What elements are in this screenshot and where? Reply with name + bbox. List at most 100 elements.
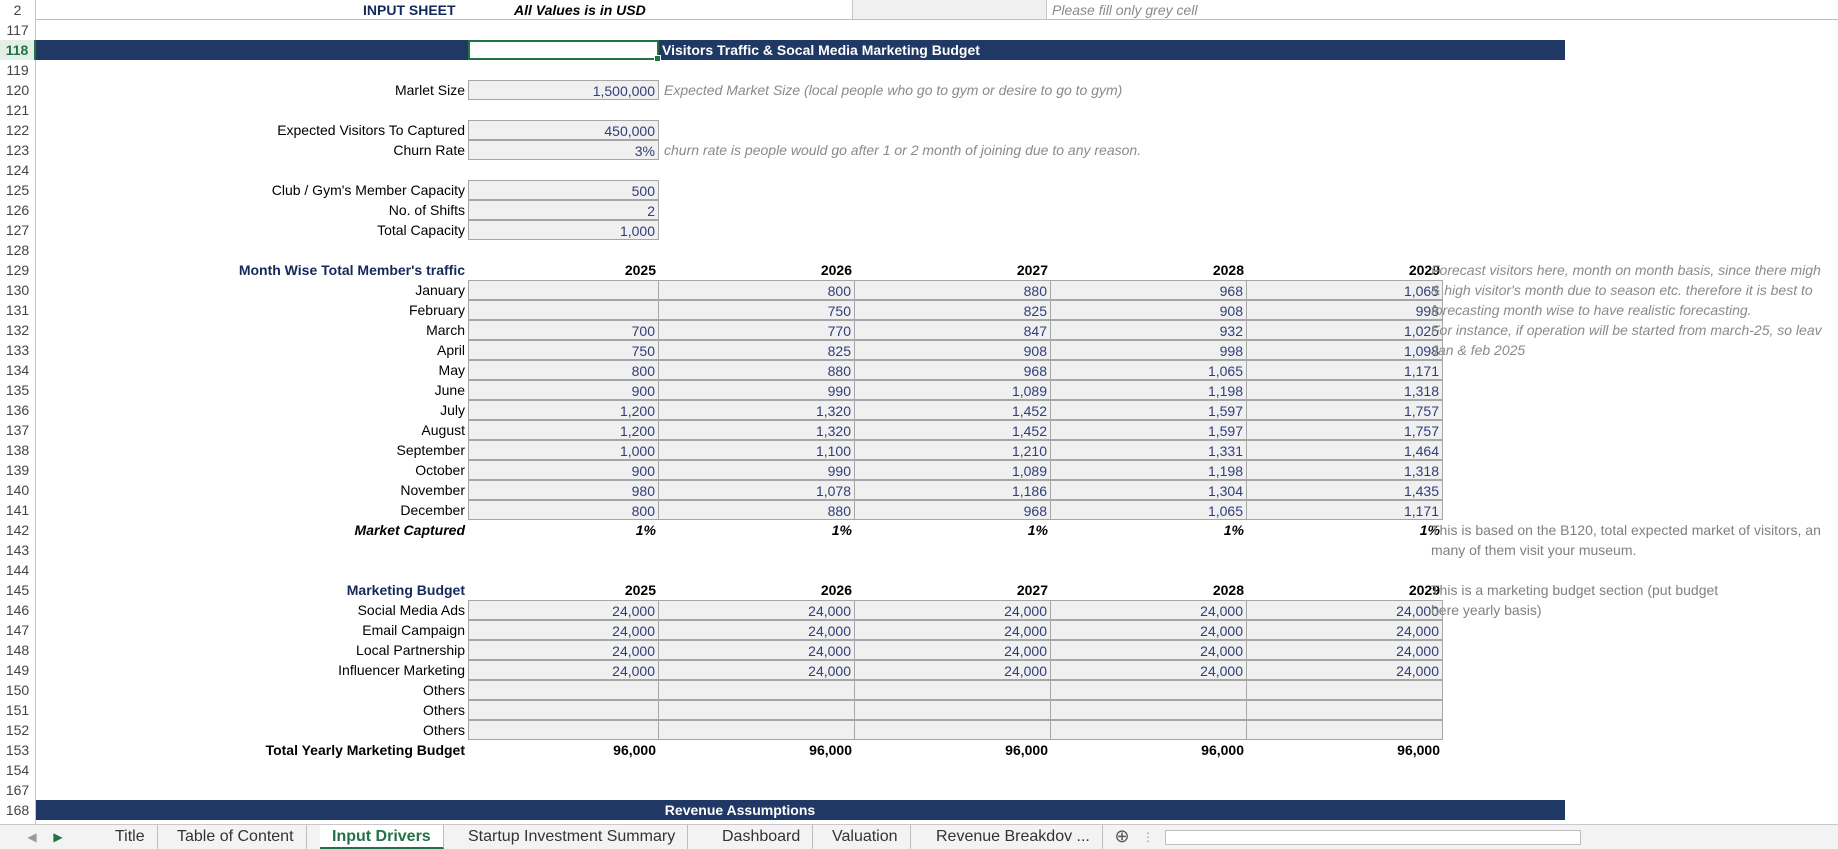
traffic-cell[interactable]: 1,597	[1051, 420, 1247, 440]
traffic-cell[interactable]: 1,198	[1051, 380, 1247, 400]
budget-cell[interactable]: 24,000	[468, 640, 659, 660]
traffic-cell[interactable]: 1,200	[468, 400, 659, 420]
traffic-cell[interactable]: 1,320	[659, 400, 855, 420]
row-header[interactable]: 130	[0, 280, 36, 300]
row-header[interactable]: 121	[0, 100, 36, 120]
traffic-cell[interactable]: 1,320	[659, 420, 855, 440]
horizontal-scrollbar[interactable]	[1165, 830, 1581, 845]
row-header[interactable]: 132	[0, 320, 36, 340]
budget-cell[interactable]: 24,000	[468, 600, 659, 620]
traffic-cell[interactable]: 1,089	[855, 380, 1051, 400]
traffic-cell[interactable]: 968	[855, 360, 1051, 380]
traffic-cell[interactable]: 847	[855, 320, 1051, 340]
sheet-tab[interactable]: Revenue Breakdov ...	[924, 825, 1103, 849]
budget-cell[interactable]	[468, 720, 659, 740]
row-header[interactable]: 127	[0, 220, 36, 240]
expected-visitors-input[interactable]: 450,000	[468, 120, 659, 140]
budget-cell[interactable]: 24,000	[659, 640, 855, 660]
budget-cell[interactable]	[1247, 680, 1443, 700]
row-header[interactable]: 167	[0, 780, 36, 800]
sample-grey-cell[interactable]	[852, 0, 1047, 19]
traffic-cell[interactable]: 770	[659, 320, 855, 340]
row-header[interactable]: 120	[0, 80, 36, 100]
traffic-cell[interactable]: 1,089	[855, 460, 1051, 480]
traffic-cell[interactable]: 880	[855, 280, 1051, 300]
traffic-cell[interactable]: 1,318	[1247, 460, 1443, 480]
traffic-cell[interactable]: 1,100	[659, 440, 855, 460]
row-header[interactable]: 122	[0, 120, 36, 140]
traffic-cell[interactable]: 1,331	[1051, 440, 1247, 460]
traffic-cell[interactable]: 1,198	[1051, 460, 1247, 480]
row-header[interactable]: 146	[0, 600, 36, 620]
traffic-cell[interactable]: 980	[468, 480, 659, 500]
row-header[interactable]: 126	[0, 200, 36, 220]
traffic-cell[interactable]: 1,318	[1247, 380, 1443, 400]
traffic-cell[interactable]: 1,065	[1247, 280, 1443, 300]
budget-cell[interactable]: 24,000	[468, 660, 659, 680]
sheet-tab[interactable]: Valuation	[820, 825, 911, 849]
row-header[interactable]: 142	[0, 520, 36, 540]
sheet-tab[interactable]: Dashboard	[710, 825, 814, 849]
traffic-cell[interactable]: 880	[659, 360, 855, 380]
row-header[interactable]: 133	[0, 340, 36, 360]
traffic-cell[interactable]: 1,171	[1247, 500, 1443, 520]
tab-split-handle-icon[interactable]: ⋮	[1138, 825, 1158, 849]
budget-cell[interactable]: 24,000	[1051, 600, 1247, 620]
row-header[interactable]: 125	[0, 180, 36, 200]
traffic-cell[interactable]: 1,210	[855, 440, 1051, 460]
sheet-tab[interactable]: Title	[103, 825, 158, 849]
traffic-cell[interactable]: 908	[1051, 300, 1247, 320]
traffic-cell[interactable]: 998	[1247, 300, 1443, 320]
traffic-cell[interactable]: 1,098	[1247, 340, 1443, 360]
traffic-cell[interactable]: 1,171	[1247, 360, 1443, 380]
budget-cell[interactable]: 24,000	[468, 620, 659, 640]
row-header[interactable]: 124	[0, 160, 36, 180]
churn-rate-input[interactable]: 3%	[468, 140, 659, 160]
budget-cell[interactable]: 24,000	[855, 620, 1051, 640]
budget-cell[interactable]: 24,000	[1051, 620, 1247, 640]
tab-scroll-left-icon[interactable]: ◀	[22, 825, 42, 849]
traffic-cell[interactable]: 750	[659, 300, 855, 320]
sheet-tab[interactable]: Table of Content	[165, 825, 307, 849]
traffic-cell[interactable]: 990	[659, 460, 855, 480]
budget-cell[interactable]	[659, 700, 855, 720]
traffic-cell[interactable]: 1,304	[1051, 480, 1247, 500]
row-header[interactable]: 129	[0, 260, 36, 280]
traffic-cell[interactable]: 1,452	[855, 420, 1051, 440]
row-header[interactable]: 143	[0, 540, 36, 560]
budget-cell[interactable]	[855, 700, 1051, 720]
row-header[interactable]: 118	[0, 40, 36, 60]
traffic-cell[interactable]: 880	[659, 500, 855, 520]
traffic-cell[interactable]	[468, 280, 659, 300]
budget-cell[interactable]	[1051, 680, 1247, 700]
spreadsheet-grid[interactable]: 2 INPUT SHEET All Values is in USD Pleas…	[0, 0, 1838, 824]
traffic-cell[interactable]: 932	[1051, 320, 1247, 340]
budget-cell[interactable]: 24,000	[1247, 660, 1443, 680]
traffic-cell[interactable]: 1,452	[855, 400, 1051, 420]
traffic-cell[interactable]: 825	[659, 340, 855, 360]
budget-cell[interactable]	[855, 720, 1051, 740]
row-header[interactable]: 149	[0, 660, 36, 680]
traffic-cell[interactable]: 968	[855, 500, 1051, 520]
traffic-cell[interactable]: 900	[468, 460, 659, 480]
traffic-cell[interactable]: 900	[468, 380, 659, 400]
budget-cell[interactable]	[855, 680, 1051, 700]
row-header[interactable]: 134	[0, 360, 36, 380]
traffic-cell[interactable]: 1,757	[1247, 420, 1443, 440]
row-header[interactable]: 154	[0, 760, 36, 780]
traffic-cell[interactable]: 800	[659, 280, 855, 300]
row-header[interactable]: 148	[0, 640, 36, 660]
budget-cell[interactable]	[1247, 700, 1443, 720]
row-header[interactable]: 168	[0, 800, 36, 820]
budget-cell[interactable]	[659, 680, 855, 700]
row-header[interactable]: 144	[0, 560, 36, 580]
budget-cell[interactable]: 24,000	[1247, 600, 1443, 620]
sheet-tab[interactable]: Startup Investment Summary	[456, 825, 689, 849]
traffic-cell[interactable]: 825	[855, 300, 1051, 320]
budget-cell[interactable]	[1051, 700, 1247, 720]
traffic-cell[interactable]: 908	[855, 340, 1051, 360]
traffic-cell[interactable]: 1,200	[468, 420, 659, 440]
active-cell-cursor[interactable]	[468, 40, 661, 62]
budget-cell[interactable]: 24,000	[1247, 620, 1443, 640]
shifts-input[interactable]: 2	[468, 200, 659, 220]
